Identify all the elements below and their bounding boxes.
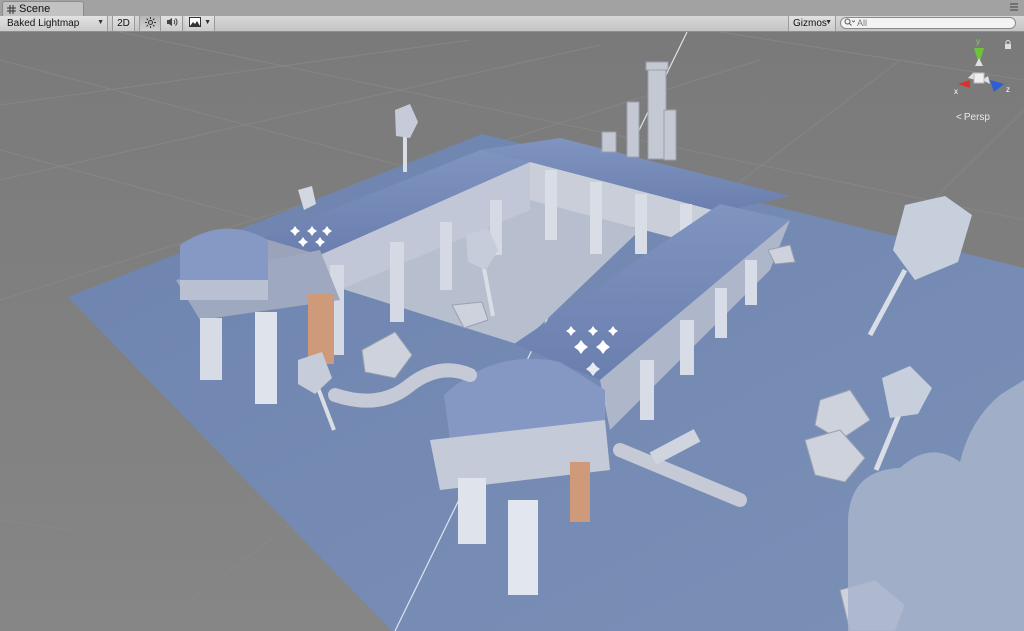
- 2d-label: 2D: [117, 18, 130, 29]
- projection-label: Persp: [963, 112, 990, 123]
- chevron-left-icon: <: [956, 112, 962, 123]
- render-mode-dropdown[interactable]: Baked Lightmap ▼: [0, 16, 108, 31]
- gizmos-dropdown[interactable]: Gizmos ▼: [788, 16, 836, 31]
- scene-toolbar: Baked Lightmap ▼ 2D ▼ Gizmos ▼ All: [0, 16, 1024, 32]
- effects-dropdown[interactable]: ▼: [185, 16, 215, 31]
- 2d-toggle-button[interactable]: 2D: [112, 16, 135, 31]
- search-input: All: [857, 18, 868, 28]
- search-icon: [844, 18, 856, 28]
- grid-icon: [7, 4, 16, 14]
- axis-x-label: x: [954, 87, 958, 96]
- lighting-toggle-button[interactable]: [139, 16, 161, 31]
- scene-canvas[interactable]: [0, 32, 1024, 631]
- lock-icon[interactable]: [1004, 40, 1012, 49]
- axis-z-label: z: [1006, 85, 1010, 94]
- speaker-icon: [166, 17, 178, 30]
- projection-toggle[interactable]: < Persp: [956, 112, 990, 123]
- tab-scene[interactable]: Scene: [2, 1, 84, 16]
- axis-y-label: y: [976, 37, 980, 46]
- audio-toggle-button[interactable]: [161, 16, 183, 31]
- chevron-down-icon: ▼: [825, 19, 832, 26]
- image-icon: [189, 17, 201, 30]
- chevron-down-icon: ▼: [97, 19, 104, 26]
- gizmos-label: Gizmos: [793, 18, 827, 29]
- scene-viewport[interactable]: y x z < Persp: [0, 32, 1024, 631]
- render-mode-label: Baked Lightmap: [7, 18, 80, 29]
- search-field[interactable]: All: [840, 17, 1016, 29]
- chevron-down-icon: ▼: [204, 19, 211, 26]
- tab-label: Scene: [19, 3, 51, 15]
- menu-icon[interactable]: [1008, 2, 1020, 12]
- sun-icon: [144, 16, 156, 31]
- tab-strip: Scene: [0, 0, 1024, 17]
